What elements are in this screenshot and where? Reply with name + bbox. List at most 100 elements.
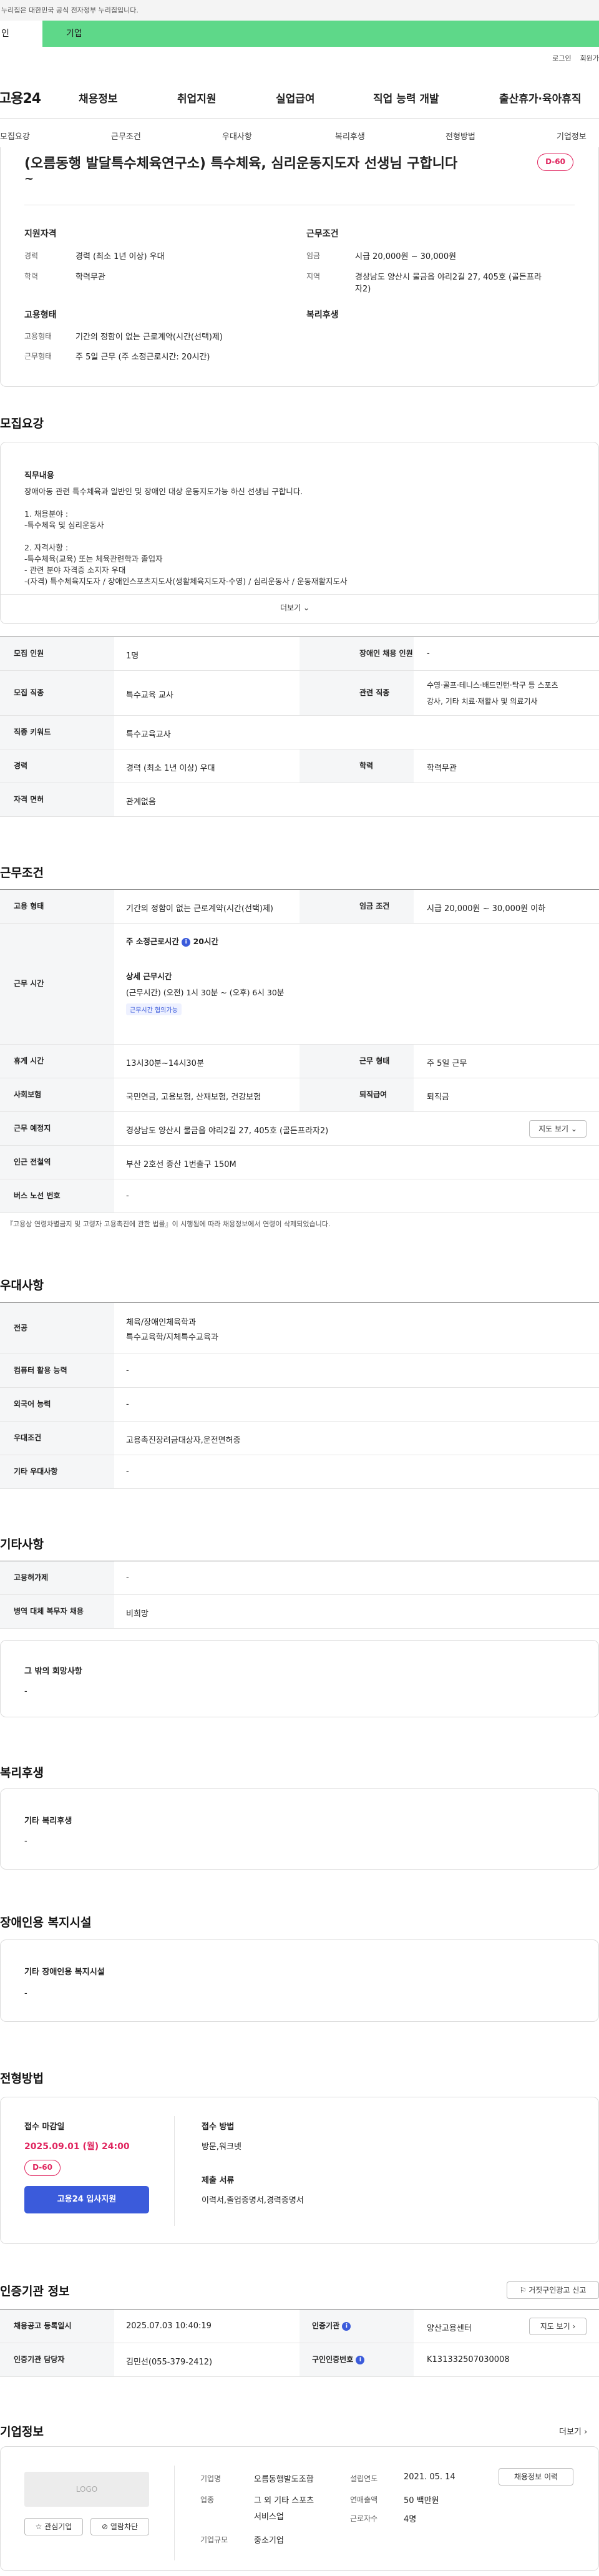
snb-company[interactable]: 기업정보 [557, 130, 587, 142]
welfare-title: 복리후생 [306, 310, 339, 320]
career-value: 경력 (최소 1년 이상) 우대 [75, 252, 165, 261]
job-title: (오름동행 발달특수체육연구소) 특수체육, 심리운동지도자 선생님 구합니다 [24, 156, 458, 172]
welfare-heading: 복리후생 [0, 1766, 44, 1780]
company-more-link[interactable]: 더보기 › [559, 2425, 587, 2437]
gnb-training[interactable]: 직업 능력 개발 [373, 90, 439, 105]
tab-individual[interactable]: 인 [0, 21, 42, 47]
table-row: 모집 인원 1명 장애인 채용 인원 - [0, 637, 599, 671]
table-row: 사회보험 국민연금, 고용보험, 산재보험, 건강보험 퇴직급여 퇴직금 [0, 1078, 599, 1112]
gnb-recruit-info[interactable]: 채용정보 [79, 90, 118, 105]
divider [1, 594, 598, 595]
job-title-cont: ~ [24, 172, 34, 185]
wage-value: 시급 20,000원 ~ 30,000원 [355, 252, 457, 261]
snb-work[interactable]: 근무조건 [111, 130, 141, 142]
facility-heading: 장애인용 복지시설 [0, 1916, 92, 1930]
chevron-down-icon: ⌄ [570, 1125, 577, 1133]
process-heading: 전형방법 [0, 2072, 44, 2086]
table-row: 컴퓨터 활용 능력 - [0, 1354, 599, 1388]
company-card: LOGO ☆ 관심기업 ⊘ 열람차단 기업명 오름동행발도조합 업종 그 외 기… [0, 2446, 599, 2571]
table-row: 병역 대체 복무자 채용 비희망 [0, 1595, 599, 1629]
table-row: 기타 우대사항 - [0, 1455, 599, 1489]
emptype-value: 기간의 정함이 없는 근로계약(시간(선택)제) [75, 333, 223, 342]
facility-card: 기타 장애인용 복지시설 - [0, 1939, 599, 2022]
signup-link[interactable]: 회원가 [580, 53, 599, 63]
work-heading: 근무조건 [0, 866, 44, 880]
snb-process[interactable]: 전형방법 [446, 130, 475, 142]
fav-company-button[interactable]: ☆ 관심기업 [24, 2518, 83, 2535]
gnb-unemployment[interactable]: 실업급여 [276, 90, 315, 105]
table-row: 인증기관 담당자 김민선(055-379-2412) 구인인증번호 i K131… [0, 2343, 599, 2377]
site-logo[interactable]: 고용24 [0, 87, 41, 107]
worktype-value: 주 5일 근무 (주 소정근로시간: 20시간) [75, 353, 210, 362]
emptype-label: 고용형태 [24, 332, 52, 341]
age-note: 『고용상 연령차별금지 및 고령자 고용촉진에 관한 법률』이 시행됨에 따라 … [6, 1220, 331, 1228]
report-icon: ⚐ [519, 2286, 527, 2295]
career-label: 경력 [24, 251, 39, 260]
snb-welfare[interactable]: 복리후생 [335, 130, 365, 142]
other-heading: 기타사항 [0, 1538, 44, 1551]
block-button[interactable]: ⊘ 열람차단 [90, 2518, 149, 2535]
table-row: 직종 키워드 특수교육교사 [0, 716, 599, 749]
wage-label: 임금 [306, 251, 321, 260]
auth-heading: 인증기관 정보 [0, 2285, 70, 2298]
chevron-down-icon: ⌄ [303, 603, 310, 612]
summary-card: (오름동행 발달특수체육연구소) 특수체육, 심리운동지도자 선생님 구합니다 … [0, 147, 599, 387]
more-button[interactable]: 더보기 ⌄ [280, 602, 309, 613]
table-row: 인근 전철역 부산 2호선 증산 1번출구 150M [0, 1146, 599, 1179]
worktype-label: 근무형태 [24, 352, 52, 361]
duty-title: 직무내용 [24, 471, 54, 481]
table-row: 버스 노선 번호 - [0, 1179, 599, 1213]
snb-recruit[interactable]: 모집요강 [0, 130, 30, 142]
divider [174, 2116, 175, 2226]
edu-label: 학력 [24, 272, 39, 281]
table-row: 전공 체육/장애인체육학과 특수교육학/지체특수교육과 [0, 1303, 599, 1354]
header: 고용24 채용정보 취업지원 실업급여 직업 능력 개발 출산휴가·육아휴직 [0, 75, 599, 119]
table-row: 근무 시간 주 소정근로시간 i 20시간 상세 근무시간 (근무시간) (오전… [0, 924, 599, 1045]
login-link[interactable]: 로그인 [552, 53, 571, 63]
wish-card: 그 밖의 희망사항 - [0, 1640, 599, 1717]
welfare-card: 기타 복리후생 - [0, 1788, 599, 1870]
hours-negotiable-tag: 근무시간 협의가능 [126, 1003, 182, 1015]
deadline-value: 2025.09.01 (월) 24:00 [24, 2142, 130, 2152]
divider [174, 2466, 175, 2560]
table-row: 채용공고 등록일시 2025.07.03 10:40:19 인증기관 i 양산고… [0, 2310, 599, 2343]
dday-badge: D-60 [24, 2160, 61, 2176]
table-row: 고용 형태 기간의 정함이 없는 근로계약(시간(선택)제) 임금 조건 시급 … [0, 890, 599, 924]
loc-value-cont: 자2) [355, 285, 371, 294]
loc-label: 지역 [306, 272, 321, 281]
job-history-button[interactable]: 채용정보 이력 [499, 2468, 573, 2486]
tab-company[interactable]: 기업 [42, 21, 599, 47]
recruit-heading: 모집요강 [0, 417, 44, 431]
process-card: 접수 마감일 2025.09.01 (월) 24:00 D-60 고용24 입사… [0, 2097, 599, 2244]
report-button[interactable]: ⚐ 거짓구인광고 신고 [507, 2281, 599, 2299]
info-icon[interactable]: i [182, 937, 191, 947]
gnb-leave[interactable]: 출산휴가·육아휴직 [499, 90, 582, 105]
table-row: 자격 면허 관계없음 [0, 783, 599, 817]
duty-card: 직무내용 장애아동 관련 특수체육과 일반인 및 장애인 대상 운동지도가능 하… [0, 442, 599, 624]
duty-text: 장애아동 관련 특수체육과 일반인 및 장애인 대상 운동지도가능 하신 선생님… [24, 487, 348, 586]
top-links: 로그인 회원가 [552, 53, 599, 63]
map-button[interactable]: 지도 보기 › [529, 2318, 587, 2335]
loc-value: 경상남도 양산시 물금읍 야리2길 27, 405호 (골든프라 [355, 273, 542, 282]
dday-badge: D-60 [537, 154, 573, 171]
table-row: 근무 예정지 경상남도 양산시 물금읍 야리2길 27, 405호 (골든프라자… [0, 1112, 599, 1146]
company-logo: LOGO [24, 2472, 149, 2507]
gnb-job-support[interactable]: 취업지원 [177, 90, 217, 105]
star-icon: ☆ [35, 2522, 42, 2531]
pref-heading: 우대사항 [0, 1279, 44, 1292]
user-type-tabs: 인 기업 [0, 21, 599, 47]
snb-pref[interactable]: 우대사항 [222, 130, 252, 142]
emp-title: 고용형태 [24, 310, 57, 320]
info-icon[interactable]: i [342, 2321, 351, 2331]
info-icon[interactable]: i [356, 2355, 365, 2364]
map-button[interactable]: 지도 보기 ⌄ [529, 1120, 587, 1138]
block-icon: ⊘ [101, 2522, 109, 2531]
edu-value: 학력무관 [75, 273, 105, 282]
company-heading: 기업정보 [0, 2425, 44, 2439]
table-row: 모집 직종 특수교육 교사 관련 직종 수영·골프·테니스·배드민턴·탁구 등 … [0, 671, 599, 716]
table-row: 우대조건 고용촉진장려금대상자,운전면허증 [0, 1422, 599, 1455]
work-title: 근무조건 [306, 229, 339, 239]
table-row: 고용허가제 - [0, 1561, 599, 1595]
apply-button[interactable]: 고용24 입사지원 [24, 2186, 149, 2213]
qual-title: 지원자격 [24, 229, 57, 239]
